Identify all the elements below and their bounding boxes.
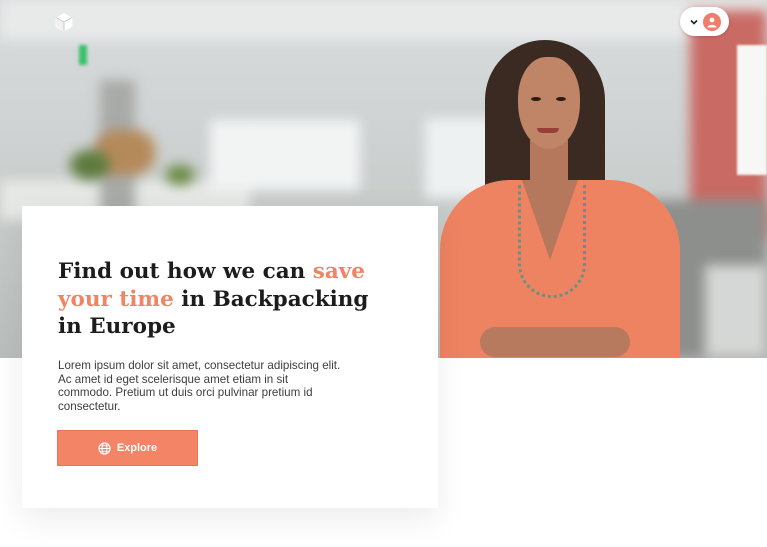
window	[210, 120, 360, 190]
user-avatar-icon	[702, 12, 721, 31]
user-menu-button[interactable]	[680, 7, 729, 36]
person-mouth	[537, 128, 559, 133]
person-hands	[480, 327, 630, 357]
person-necklace	[518, 185, 586, 298]
person-face	[518, 57, 580, 149]
promo-card: Find out how we can save your time in Ba…	[22, 206, 438, 508]
person-eye	[531, 97, 541, 101]
person-eye	[556, 97, 566, 101]
headline: Find out how we can save your time in Ba…	[58, 258, 388, 341]
globe-icon	[98, 441, 111, 455]
office-machine	[705, 265, 767, 358]
body-text: Lorem ipsum dolor sit amet, consectetur …	[58, 359, 341, 413]
explore-button[interactable]: Explore	[57, 430, 198, 466]
plant	[70, 150, 110, 180]
headline-part1: Find out how we can	[58, 259, 313, 284]
person-photo	[430, 35, 690, 358]
poster	[737, 45, 767, 175]
chevron-down-icon	[689, 19, 698, 25]
plant	[165, 165, 195, 185]
exit-sign	[79, 45, 87, 65]
ceiling	[0, 0, 767, 40]
explore-button-label: Explore	[116, 442, 158, 454]
cube-logo-icon[interactable]	[55, 12, 73, 32]
